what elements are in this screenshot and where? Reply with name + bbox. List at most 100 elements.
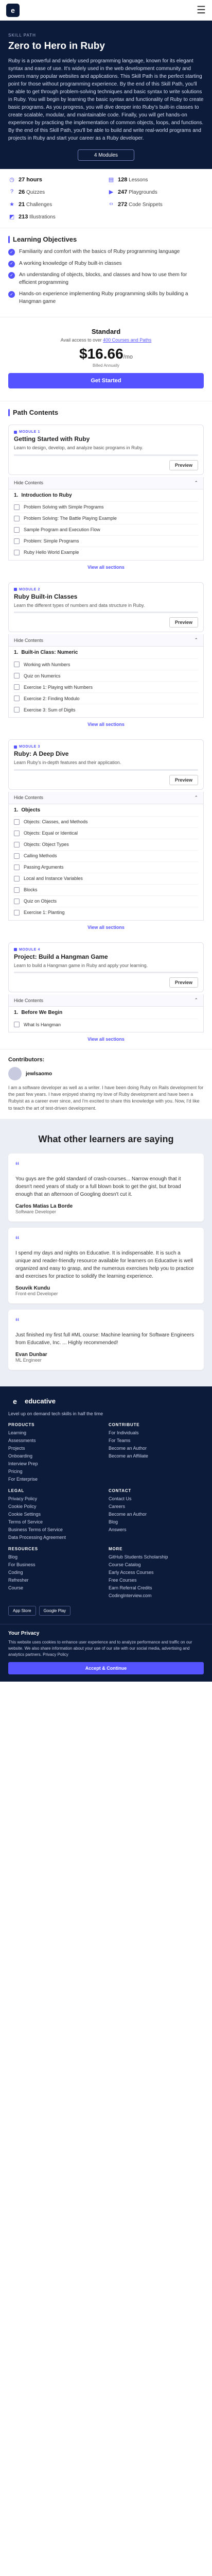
footer-link[interactable]: Blog bbox=[8, 1554, 103, 1560]
lesson-item[interactable]: Blocks bbox=[14, 884, 198, 895]
module-card[interactable]: MODULE 4 Project: Build a Hangman Game Lea… bbox=[8, 942, 204, 993]
testimonial-card: “ You guys are the gold standard of crash… bbox=[8, 1153, 204, 1222]
lesson-item[interactable]: Sample Program and Execution Flow bbox=[14, 523, 198, 535]
lesson-item[interactable]: Exercise 2: Finding Modulo bbox=[14, 692, 198, 704]
lesson-item[interactable]: Problem Solving: The Battle Playing Exam… bbox=[14, 512, 198, 524]
accept-cookies-button[interactable]: Accept & Continue bbox=[8, 1662, 204, 1674]
educative-logo[interactable]: e bbox=[8, 1394, 22, 1408]
footer-link[interactable]: Earn Referral Credits bbox=[109, 1585, 204, 1590]
footer-link[interactable]: Assessments bbox=[8, 1438, 103, 1443]
module-progress bbox=[14, 612, 198, 614]
preview-button[interactable]: Preview bbox=[169, 617, 198, 628]
hamburger-icon[interactable]: ☰ bbox=[197, 4, 206, 16]
view-all-sections-link[interactable]: View all sections bbox=[0, 921, 212, 937]
footer-link[interactable]: Become an Author bbox=[109, 1512, 204, 1517]
footer-link[interactable]: Cookie Settings bbox=[8, 1512, 103, 1517]
app-badge[interactable]: App Store bbox=[8, 1605, 36, 1616]
footer-link[interactable]: Free Courses bbox=[109, 1578, 204, 1583]
footer-link[interactable]: Cookie Policy bbox=[8, 1504, 103, 1509]
footer-link[interactable]: Contact Us bbox=[109, 1496, 204, 1501]
footer-link[interactable]: Blog bbox=[109, 1519, 204, 1524]
module-progress bbox=[14, 972, 198, 974]
lesson-item[interactable]: Passing Arguments bbox=[14, 861, 198, 873]
hide-contents-toggle[interactable]: Hide Contents ⌃ bbox=[8, 634, 204, 647]
view-all-sections-link[interactable]: View all sections bbox=[0, 718, 212, 734]
footer-link[interactable]: For Enterprise bbox=[8, 1477, 103, 1482]
lesson-icon bbox=[14, 830, 20, 836]
lesson-item[interactable]: Calling Methods bbox=[14, 850, 198, 861]
module-tag: MODULE 2 bbox=[19, 587, 40, 591]
footer-link[interactable]: Become an Affiliate bbox=[109, 1453, 204, 1459]
preview-button[interactable]: Preview bbox=[169, 774, 198, 785]
lesson-item[interactable]: Problem Solving with Simple Programs bbox=[14, 501, 198, 513]
footer-link[interactable]: Pricing bbox=[8, 1469, 103, 1474]
lesson-icon bbox=[14, 527, 20, 533]
module-contents: 1. Introduction to Ruby Problem Solving wi… bbox=[8, 489, 204, 561]
view-all-sections-link[interactable]: View all sections bbox=[0, 561, 212, 577]
lesson-item[interactable]: Objects: Classes, and Methods bbox=[14, 816, 198, 827]
footer-link[interactable]: Coding bbox=[8, 1570, 103, 1575]
footer-link[interactable]: For Individuals bbox=[109, 1430, 204, 1435]
get-started-button[interactable]: Get Started bbox=[8, 373, 204, 388]
lesson-item[interactable]: Exercise 3: Sum of Digits bbox=[14, 704, 198, 715]
lesson-item[interactable]: Exercise 1: Planting bbox=[14, 906, 198, 918]
footer-link[interactable]: For Teams bbox=[109, 1438, 204, 1443]
module-card[interactable]: MODULE 1 Getting Started with Ruby Learn t… bbox=[8, 425, 204, 475]
educative-logo[interactable]: e bbox=[6, 3, 20, 17]
footer-link[interactable]: Early Access Courses bbox=[109, 1570, 204, 1575]
footer-link[interactable]: Projects bbox=[8, 1446, 103, 1451]
module-description: Learn to build a Hangman game in Ruby an… bbox=[14, 962, 148, 968]
view-all-sections-link[interactable]: View all sections bbox=[0, 1032, 212, 1049]
lesson-item[interactable]: Exercise 1: Playing with Numbers bbox=[14, 681, 198, 692]
footer-link[interactable]: Course bbox=[8, 1585, 103, 1590]
module-title: Ruby Built-in Classes bbox=[14, 592, 78, 600]
module-tag: MODULE 3 bbox=[19, 745, 40, 749]
section-title: 1. Objects bbox=[14, 807, 41, 813]
module-title: Project: Build a Hangman Game bbox=[14, 953, 108, 960]
lesson-item[interactable]: Working with Numbers bbox=[14, 658, 198, 670]
preview-button[interactable]: Preview bbox=[169, 977, 198, 988]
lesson-item[interactable]: Objects: Object Types bbox=[14, 838, 198, 850]
stat-item: ? 26 Quizzes bbox=[8, 189, 104, 196]
footer-link[interactable]: Onboarding bbox=[8, 1453, 103, 1459]
footer-link[interactable]: Careers bbox=[109, 1504, 204, 1509]
courses-link[interactable]: 400 Courses and Paths bbox=[103, 337, 151, 343]
hide-contents-toggle[interactable]: Hide Contents ⌃ bbox=[8, 791, 204, 804]
footer-link[interactable]: Privacy Policy bbox=[8, 1496, 103, 1501]
lesson-item[interactable]: Quiz on Numerics bbox=[14, 670, 198, 681]
footer-link[interactable]: GitHub Students Scholarship bbox=[109, 1554, 204, 1560]
footer: e educative Level up on demand tech skill… bbox=[0, 1386, 212, 1624]
footer-column: CONTACT Contact Us Careers Become an Author… bbox=[109, 1488, 204, 1543]
contributor-name[interactable]: jewlsaomo bbox=[26, 1071, 52, 1077]
footer-link[interactable]: Course Catalog bbox=[109, 1562, 204, 1567]
footer-link[interactable]: Data Processing Agreement bbox=[8, 1535, 103, 1540]
module-card[interactable]: MODULE 3 Ruby: A Deep Dive Learn Ruby's in… bbox=[8, 739, 204, 790]
footer-link[interactable]: Answers bbox=[109, 1527, 204, 1532]
illustration-icon: ◩ bbox=[9, 214, 15, 220]
footer-link[interactable]: For Business bbox=[8, 1562, 103, 1567]
module-progress bbox=[14, 769, 198, 771]
lesson-item[interactable]: Objects: Equal or Identical bbox=[14, 827, 198, 839]
lesson-item[interactable]: Problem: Simple Programs bbox=[14, 535, 198, 547]
lesson-item[interactable]: Ruby Hello World Example bbox=[14, 546, 198, 558]
module-icon bbox=[14, 588, 17, 591]
footer-tagline: Level up on demand tech skills in half t… bbox=[8, 1411, 103, 1416]
footer-link[interactable]: Learning bbox=[8, 1430, 103, 1435]
hide-contents-toggle[interactable]: Hide Contents ⌃ bbox=[8, 994, 204, 1007]
footer-link[interactable]: Terms of Service bbox=[8, 1519, 103, 1524]
hide-contents-toggle[interactable]: Hide Contents ⌃ bbox=[8, 477, 204, 489]
app-badge[interactable]: Google Play bbox=[39, 1605, 71, 1616]
footer-link[interactable]: Refresher bbox=[8, 1578, 103, 1583]
price: $16.66/mo bbox=[79, 346, 133, 362]
lesson-item[interactable]: Local and Instance Variables bbox=[14, 872, 198, 884]
module-card[interactable]: MODULE 2 Ruby Built-in Classes Learn the d… bbox=[8, 582, 204, 633]
preview-button[interactable]: Preview bbox=[169, 460, 198, 470]
footer-link[interactable]: Business Terms of Service bbox=[8, 1527, 103, 1532]
footer-link[interactable]: Interview Prep bbox=[8, 1461, 103, 1466]
footer-column: MORE GitHub Students Scholarship Course Ca… bbox=[109, 1547, 204, 1601]
lesson-item[interactable]: What Is Hangman bbox=[14, 1019, 198, 1030]
footer-link[interactable]: Become an Author bbox=[109, 1446, 204, 1451]
footer-link[interactable]: CodingInterview.com bbox=[109, 1593, 204, 1598]
footer-column: CONTRIBUTE For Individuals For Teams Become… bbox=[109, 1422, 204, 1484]
lesson-item[interactable]: Quiz on Objects bbox=[14, 895, 198, 907]
